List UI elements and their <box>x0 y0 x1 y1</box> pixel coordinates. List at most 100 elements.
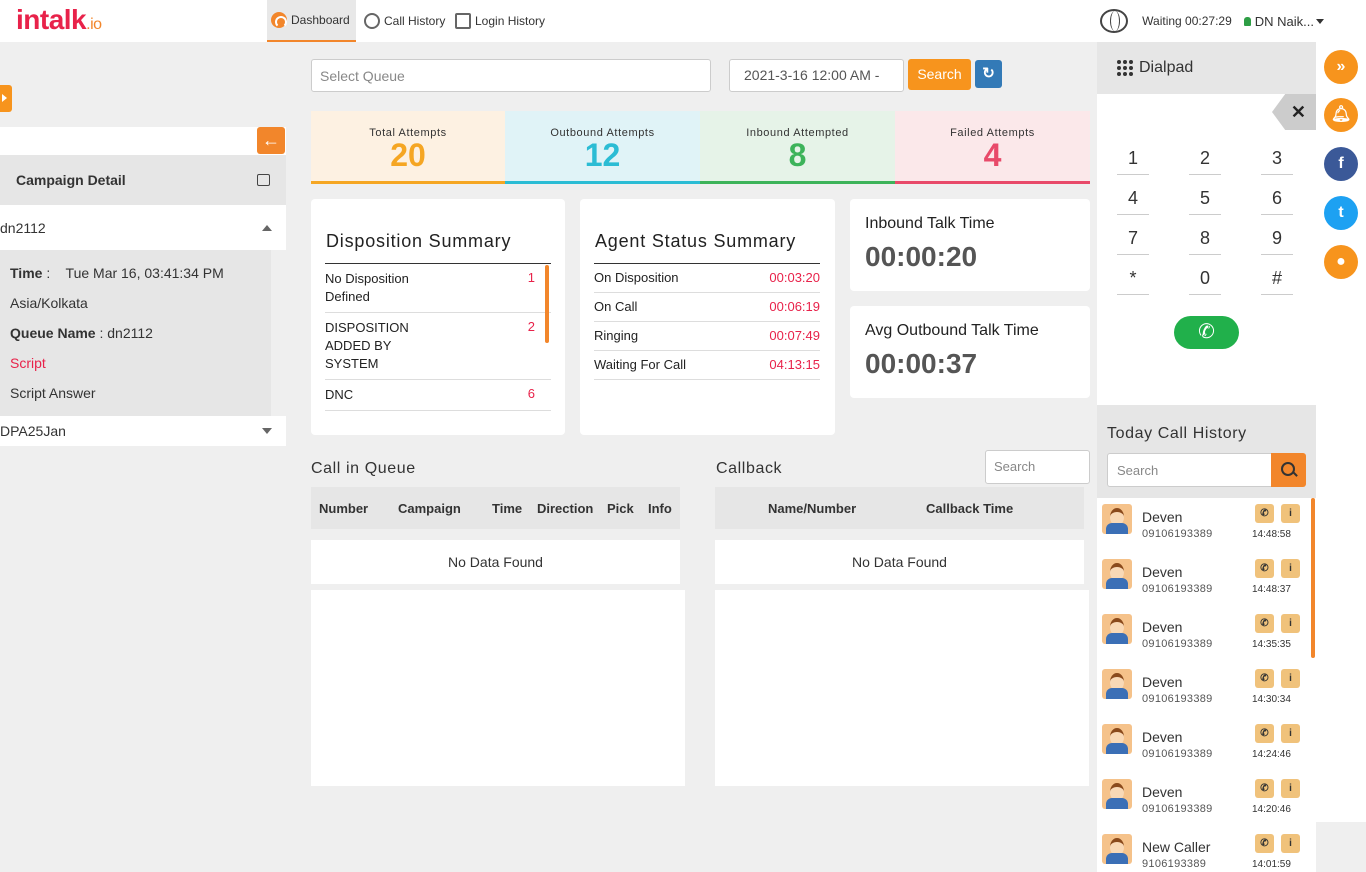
disposition-list[interactable]: No Disposition Defined 1 DISPOSITION ADDED… <box>325 263 551 419</box>
search-icon[interactable] <box>1271 453 1306 487</box>
dial-number-input[interactable]: ✕ <box>1097 94 1316 130</box>
dialpad-key[interactable]: # <box>1261 265 1293 295</box>
dialpad-key[interactable]: 0 <box>1189 265 1221 295</box>
phone-icon[interactable]: ✆ <box>1255 834 1274 853</box>
tab-login-history-label: Login History <box>475 14 546 28</box>
dialpad-key[interactable]: 1 <box>1117 145 1149 175</box>
phone-icon[interactable]: ✆ <box>1255 614 1274 633</box>
facebook-icon[interactable]: f <box>1324 147 1358 181</box>
message-icon[interactable] <box>257 174 270 186</box>
dialpad-key[interactable]: * <box>1117 265 1149 295</box>
stat-card: Total Attempts 20 <box>311 111 505 184</box>
avg-outbound-talk-time-card: Avg Outbound Talk Time 00:00:37 <box>850 306 1090 398</box>
history-item[interactable]: Deven 09106193389 ✆ i 14:35:35 <box>1097 608 1311 663</box>
info-icon[interactable]: i <box>1281 834 1300 853</box>
queue-name-value: dn2112 <box>107 325 153 341</box>
call-button[interactable] <box>1174 316 1239 349</box>
history-item[interactable]: Deven 09106193389 ✆ i 14:48:37 <box>1097 553 1311 608</box>
agent-status-duration: 00:03:20 <box>769 270 820 285</box>
dialpad-key[interactable]: 6 <box>1261 185 1293 215</box>
twitter-icon[interactable]: t <box>1324 196 1358 230</box>
disposition-count: 6 <box>527 386 535 401</box>
globe-icon[interactable] <box>1100 9 1129 33</box>
campaign-item[interactable]: dn2112 <box>0 205 286 250</box>
backspace-button[interactable]: ✕ <box>1272 94 1316 130</box>
dialpad-key[interactable]: 4 <box>1117 185 1149 215</box>
column-header[interactable]: Direction <box>537 501 593 516</box>
disposition-count: 1 <box>528 417 535 419</box>
agent-status-row: Ringing 00:07:49 <box>594 322 820 351</box>
chat-icon[interactable]: ● <box>1324 245 1358 279</box>
dialpad-title: Dialpad <box>1139 59 1194 76</box>
agent-status-row: On Call 00:06:19 <box>594 293 820 322</box>
scrollbar[interactable] <box>1311 498 1315 658</box>
info-icon[interactable]: i <box>1281 504 1300 523</box>
chevron-down-icon[interactable] <box>1316 18 1324 24</box>
history-item[interactable]: New Caller 9106193389 ✆ i 14:01:59 <box>1097 828 1311 872</box>
column-header[interactable]: Time <box>492 501 522 516</box>
campaign-detail-title: Campaign Detail <box>16 172 126 188</box>
inbound-talk-time-card: Inbound Talk Time 00:00:20 <box>850 199 1090 291</box>
avatar <box>1102 724 1132 754</box>
timezone: Asia/Kolkata <box>10 295 88 311</box>
script-answer[interactable]: Script Answer <box>10 378 261 408</box>
phone-icon[interactable]: ✆ <box>1255 559 1274 578</box>
disposition-name: No Disposition Defined <box>325 271 409 304</box>
history-item[interactable]: Deven 09106193389 ✆ i 14:30:34 <box>1097 663 1311 718</box>
user-menu[interactable]: DN Naik... <box>1255 14 1314 29</box>
disposition-row: Level1 → sub1 1 1 <box>325 411 551 419</box>
column-header[interactable]: Pick <box>607 501 634 516</box>
chevrons-right-icon[interactable]: » <box>1324 50 1358 84</box>
refresh-button[interactable]: ↻ <box>975 60 1002 88</box>
column-header[interactable]: Name/Number <box>768 501 856 516</box>
history-search-input[interactable]: Search <box>1107 453 1272 487</box>
dialpad-key[interactable]: 7 <box>1117 225 1149 255</box>
dialpad-key[interactable]: 2 <box>1189 145 1221 175</box>
tab-call-history[interactable]: Call History <box>360 0 449 42</box>
info-icon[interactable]: i <box>1281 614 1300 633</box>
phone-icon[interactable]: ✆ <box>1255 504 1274 523</box>
stat-value: 8 <box>788 137 807 173</box>
left-panel-toggle[interactable] <box>0 85 12 112</box>
phone-icon[interactable]: ✆ <box>1255 669 1274 688</box>
select-queue-dropdown[interactable]: Select Queue <box>311 59 711 92</box>
tab-login-history[interactable]: Login History <box>451 0 549 42</box>
dialpad-key[interactable]: 3 <box>1261 145 1293 175</box>
call-in-queue-title: Call in Queue <box>311 460 416 477</box>
column-header[interactable]: Info <box>648 501 672 516</box>
info-icon[interactable]: i <box>1281 779 1300 798</box>
history-item[interactable]: Deven 09106193389 ✆ i 14:20:46 <box>1097 773 1311 828</box>
agent-status-duration: 00:07:49 <box>769 328 820 343</box>
campaign-item[interactable]: DPA25Jan <box>0 416 286 446</box>
caller-number: 09106193389 <box>1142 748 1213 760</box>
info-icon[interactable]: i <box>1281 559 1300 578</box>
phone-icon[interactable]: ✆ <box>1255 724 1274 743</box>
stat-value: 4 <box>983 137 1002 173</box>
search-button[interactable]: Search <box>908 59 971 90</box>
history-item[interactable]: Deven 09106193389 ✆ i 14:24:46 <box>1097 718 1311 773</box>
column-header[interactable]: Callback Time <box>926 501 1013 516</box>
history-item[interactable]: Deven 09106193389 ✆ i 14:48:58 <box>1097 498 1311 553</box>
date-range-input[interactable]: 2021-3-16 12:00 AM - <box>729 59 904 92</box>
script-link[interactable]: Script <box>10 348 261 378</box>
info-icon[interactable]: i <box>1281 669 1300 688</box>
scrollbar[interactable] <box>545 265 549 343</box>
caller-number: 9106193389 <box>1142 858 1207 870</box>
caller-name: Deven <box>1142 784 1183 800</box>
avatar <box>1102 504 1132 534</box>
avatar <box>1102 779 1132 809</box>
collapse-panel-button[interactable]: ← <box>257 127 285 154</box>
inbound-talk-time-label: Inbound Talk Time <box>865 215 995 232</box>
dialpad-key[interactable]: 5 <box>1189 185 1221 215</box>
column-header[interactable]: Campaign <box>398 501 461 516</box>
dialpad-key[interactable]: 8 <box>1189 225 1221 255</box>
dialpad-key[interactable]: 9 <box>1261 225 1293 255</box>
bell-icon[interactable]: 🔔︎ <box>1324 98 1358 132</box>
phone-icon[interactable]: ✆ <box>1255 779 1274 798</box>
tab-dashboard[interactable]: Dashboard <box>267 0 356 42</box>
column-header[interactable]: Number <box>319 501 368 516</box>
callback-search-input[interactable]: Search <box>985 450 1090 484</box>
info-icon[interactable]: i <box>1281 724 1300 743</box>
brand-logo[interactable]: intalk.io <box>16 4 102 36</box>
campaign-detail-box: Time : Tue Mar 16, 03:41:34 PM Asia/Kolk… <box>0 250 271 416</box>
